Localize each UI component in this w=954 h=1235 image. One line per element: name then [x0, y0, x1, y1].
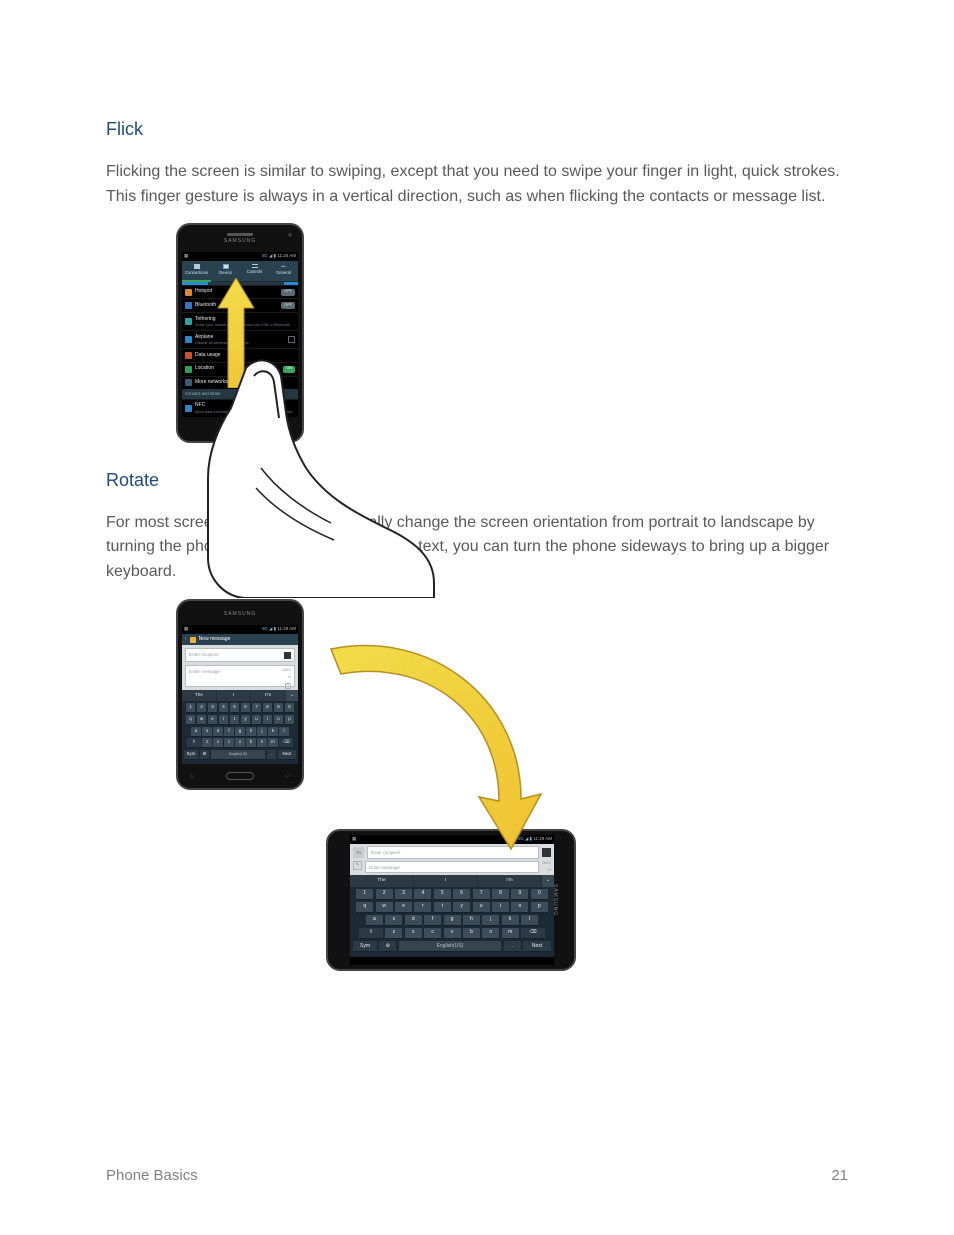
suggestion[interactable]: The	[350, 875, 414, 886]
recipient-field[interactable]: Enter recipient	[185, 648, 295, 661]
gear-icon[interactable]: ⚙	[379, 941, 396, 952]
toggle-off[interactable]: OFF	[281, 289, 295, 296]
toggle-off[interactable]: OFF	[281, 302, 295, 309]
tab-controls[interactable]: Controls	[240, 261, 269, 282]
nfc-icon	[185, 405, 192, 412]
keyboard: 1234567890 qwertyuiop asdfghjkl ⇧zxcvbnm…	[182, 701, 298, 764]
tab-general[interactable]: •••General	[269, 261, 298, 282]
pen-icon[interactable]: ✎	[285, 683, 291, 689]
more-icon: •••	[280, 264, 288, 269]
row-morenetworks[interactable]: More networks	[182, 376, 298, 390]
home-button[interactable]	[226, 425, 254, 433]
phone-brand: SAMSUNG	[182, 238, 298, 246]
heading-flick: Flick	[106, 116, 848, 144]
suggestion[interactable]: The	[182, 690, 217, 701]
to-label: To	[353, 847, 364, 858]
message-field[interactable]: Enter message	[365, 861, 539, 873]
gear-icon[interactable]: ⚙	[200, 750, 209, 760]
phone-mockup-portrait: SAMSUNG ▦ 4G ◢ ▮ 11:29 AM ‹ New message …	[176, 599, 304, 790]
row-hotspot[interactable]: Hotspot OFF	[182, 285, 298, 299]
rotate-arrow-icon	[311, 639, 551, 859]
contacts-icon[interactable]	[284, 652, 291, 659]
send-icon[interactable]: ✉	[288, 675, 291, 681]
suggestion-row: The I I'm ⌄	[350, 875, 554, 886]
message-field[interactable]: Enter message 160/1 ✉ ✎	[185, 665, 295, 687]
contacts-icon[interactable]	[542, 848, 551, 857]
bluetooth-icon	[185, 302, 192, 309]
pen-icon[interactable]: ✎	[353, 861, 362, 870]
row-datausage[interactable]: Data usage	[182, 348, 298, 362]
phone-mockup-landscape: SAMSUNG ▦ 4G ◢ ▮ 11:29 AM To Enter recip…	[326, 829, 576, 971]
location-icon	[185, 366, 192, 373]
sym-key[interactable]: Sym	[353, 941, 377, 952]
checkbox[interactable]	[288, 336, 295, 343]
tab-connections[interactable]: Connections	[182, 261, 211, 282]
suggestion[interactable]: I	[217, 690, 252, 701]
phone-brand: SAMSUNG	[182, 611, 298, 619]
title-bar: ‹ New message	[182, 634, 298, 646]
figure-rotate: SAMSUNG ▦ 4G ◢ ▮ 11:29 AM ‹ New message …	[106, 599, 848, 979]
heading-rotate: Rotate	[106, 467, 848, 495]
shift-key[interactable]: ⇧	[187, 738, 201, 748]
recipient-field[interactable]: Enter recipient	[367, 846, 539, 859]
shift-key[interactable]: ⇧	[359, 928, 383, 939]
backspace-key[interactable]: ⌫	[279, 738, 293, 748]
row-bluetooth[interactable]: Bluetooth OFF	[182, 298, 298, 312]
chevron-down-icon[interactable]: ⌄	[286, 690, 298, 701]
suggestion[interactable]: I'm	[478, 875, 542, 886]
paragraph-flick: Flicking the screen is similar to swipin…	[106, 160, 848, 210]
phone-mockup-flick: SAMSUNG ▦ 4G ◢ ▮ 11:20 AM Connections De…	[176, 223, 304, 442]
row-tethering[interactable]: TetheringShare your mobile data connecti…	[182, 312, 298, 330]
status-bar: ▦ 4G ◢ ▮ 11:29 AM	[182, 625, 298, 634]
menu-softkey[interactable]: ≡	[190, 773, 194, 782]
footer-page: 21	[831, 1164, 848, 1187]
row-nfc[interactable]: NFCAllow data exchange when device touch…	[182, 399, 298, 417]
more-icon	[185, 379, 192, 386]
figure-flick: SAMSUNG ▦ 4G ◢ ▮ 11:20 AM Connections De…	[106, 223, 848, 442]
next-key[interactable]: Next	[523, 941, 551, 952]
row-location[interactable]: Location ON	[182, 362, 298, 376]
paragraph-rotate: For most screens, you can automatically …	[106, 511, 848, 585]
page-footer: Phone Basics 21	[106, 1164, 848, 1187]
suggestion[interactable]: I'm	[251, 690, 286, 701]
back-softkey[interactable]: ↩	[285, 773, 290, 782]
status-bar: ▦ 4G ◢ ▮ 11:20 AM	[182, 252, 298, 261]
back-icon[interactable]: ‹	[185, 636, 187, 644]
sliders-icon	[252, 264, 258, 268]
send-icon[interactable]: ✉	[548, 868, 551, 874]
footer-section: Phone Basics	[106, 1164, 198, 1187]
backspace-key[interactable]: ⌫	[521, 928, 545, 939]
tethering-icon	[185, 318, 192, 325]
message-icon	[190, 637, 196, 643]
keyboard: 1234567890 qwertyuiop asdfghjkl ⇧zxcvbnm…	[350, 887, 554, 957]
list-subheader: Connect and share	[182, 389, 298, 399]
suggestion[interactable]: I	[414, 875, 478, 886]
hotspot-icon	[185, 289, 192, 296]
phone-brand: SAMSUNG	[550, 884, 558, 916]
space-key[interactable]: English(US)	[399, 941, 501, 952]
swap-icon	[194, 264, 200, 269]
status-bar: ▦ 4G ◢ ▮ 11:29 AM	[350, 835, 554, 844]
toggle-on[interactable]: ON	[283, 366, 295, 373]
suggestion-row: The I I'm ⌄	[182, 690, 298, 701]
datausage-icon	[185, 352, 192, 359]
sym-key[interactable]: Sym	[184, 750, 198, 760]
device-icon	[223, 264, 229, 269]
row-airplane[interactable]: AirplaneDisable all wireless connections	[182, 330, 298, 348]
airplane-icon	[185, 336, 192, 343]
settings-tabs: Connections Device Controls •••General	[182, 261, 298, 282]
tab-device[interactable]: Device	[211, 261, 240, 282]
space-key[interactable]: English(US)	[211, 750, 265, 760]
next-key[interactable]: Next	[278, 750, 296, 760]
